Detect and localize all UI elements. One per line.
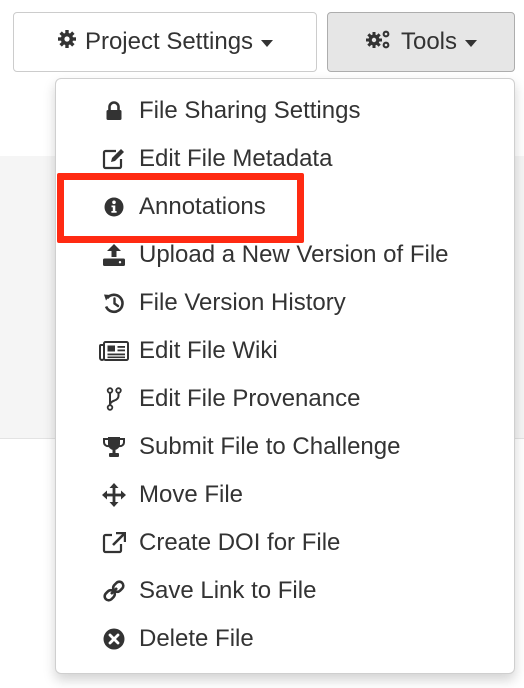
project-settings-button[interactable]: Project Settings <box>13 12 317 72</box>
tools-label: Tools <box>400 28 458 55</box>
menu-item-upload-new-version[interactable]: Upload a New Version of File <box>56 231 516 279</box>
edit-icon <box>99 148 129 170</box>
caret-down-icon <box>465 40 478 47</box>
menu-item-label: Edit File Metadata <box>139 145 333 172</box>
link-icon <box>99 579 129 603</box>
gears-icon <box>365 28 393 57</box>
menu-item-label: Edit File Provenance <box>139 385 361 412</box>
menu-item-delete-file[interactable]: Delete File <box>56 615 516 663</box>
menu-item-label: Create DOI for File <box>139 529 341 556</box>
external-link-icon <box>99 532 129 554</box>
trophy-icon <box>99 436 129 458</box>
menu-item-submit-file-to-challenge[interactable]: Submit File to Challenge <box>56 423 516 471</box>
menu-item-label: File Sharing Settings <box>139 97 361 124</box>
menu-item-save-link-to-file[interactable]: Save Link to File <box>56 567 516 615</box>
menu-item-edit-file-metadata[interactable]: Edit File Metadata <box>56 135 516 183</box>
project-settings-label: Project Settings <box>84 28 254 55</box>
menu-item-label: Delete File <box>139 625 254 652</box>
menu-item-annotations[interactable]: Annotations <box>56 183 516 231</box>
history-icon <box>99 292 129 314</box>
caret-down-icon <box>261 40 274 47</box>
info-circle-icon <box>99 197 129 217</box>
gear-icon <box>57 28 77 56</box>
menu-item-file-sharing-settings[interactable]: File Sharing Settings <box>56 87 516 135</box>
times-circle-icon <box>99 628 129 650</box>
menu-item-file-version-history[interactable]: File Version History <box>56 279 516 327</box>
menu-item-edit-file-wiki[interactable]: Edit File Wiki <box>56 327 516 375</box>
tools-button[interactable]: Tools <box>327 12 515 72</box>
menu-item-move-file[interactable]: Move File <box>56 471 516 519</box>
move-arrows-icon <box>99 483 129 507</box>
menu-item-label: Edit File Wiki <box>139 337 278 364</box>
menu-item-label: Submit File to Challenge <box>139 433 401 460</box>
upload-icon <box>99 243 129 267</box>
menu-item-create-doi[interactable]: Create DOI for File <box>56 519 516 567</box>
tools-dropdown-menu: File Sharing Settings Edit File Metadata… <box>55 78 515 674</box>
menu-item-label: Upload a New Version of File <box>139 241 449 268</box>
lock-icon <box>99 101 129 121</box>
menu-item-label: Annotations <box>139 193 266 220</box>
code-branch-icon <box>99 387 129 411</box>
menu-item-label: Save Link to File <box>139 577 317 604</box>
menu-item-label: File Version History <box>139 289 346 316</box>
menu-item-label: Move File <box>139 481 244 508</box>
newspaper-icon <box>99 341 129 361</box>
menu-item-edit-file-provenance[interactable]: Edit File Provenance <box>56 375 516 423</box>
